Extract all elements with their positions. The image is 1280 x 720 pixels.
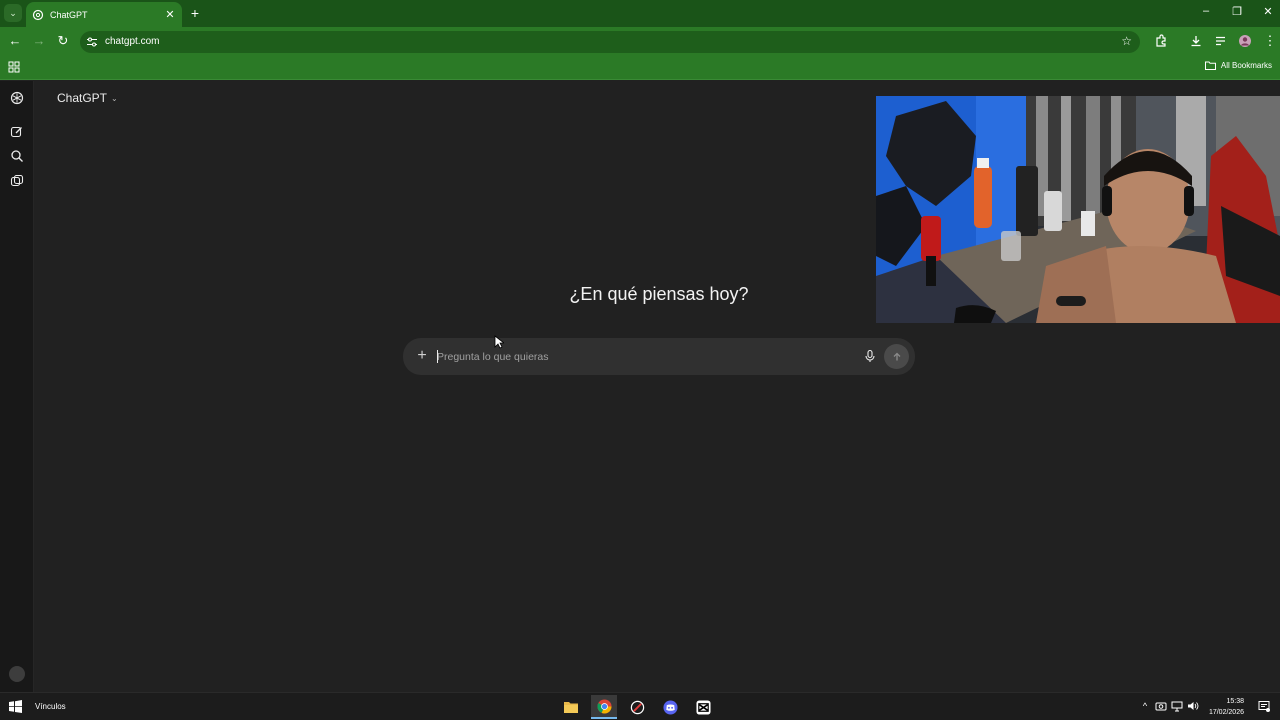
webcam-feed-image [876, 96, 1280, 323]
tab-chatgpt[interactable]: ChatGPT ✕ [26, 2, 182, 27]
tray-overflow-icon[interactable]: ^ [1139, 700, 1151, 712]
model-selector[interactable]: ChatGPT ⌄ [57, 91, 118, 105]
notifications-icon[interactable] [1258, 700, 1270, 712]
address-bar[interactable]: chatgpt.com ☆ [80, 31, 1140, 53]
apps-grid-icon[interactable] [8, 61, 20, 73]
browser-toolbar: ← → ↻ chatgpt.com ☆ ⋮ [0, 27, 1280, 56]
restore-button[interactable]: ❐ [1230, 5, 1244, 18]
library-icon[interactable] [10, 174, 24, 188]
profile-avatar-icon[interactable] [1238, 34, 1252, 48]
page-title: ¿En qué piensas hoy? [569, 284, 749, 304]
taskbar-capcut[interactable] [690, 695, 716, 719]
vinculos-toolbar-label[interactable]: Vínculos [35, 702, 66, 711]
chrome-icon [596, 698, 612, 714]
close-window-button[interactable]: ✕ [1261, 5, 1275, 18]
microphone-icon[interactable] [863, 349, 877, 363]
folder-icon [1204, 61, 1216, 70]
openai-logo-icon [32, 9, 44, 20]
extensions-icon[interactable] [1154, 34, 1168, 48]
prompt-composer: + [403, 338, 915, 375]
send-button[interactable] [884, 344, 909, 369]
taskbar-app-red[interactable] [624, 695, 650, 719]
text-caret [437, 350, 438, 363]
all-bookmarks-label: All Bookmarks [1220, 61, 1272, 70]
network-icon[interactable] [1171, 700, 1183, 712]
capcut-icon [695, 699, 711, 715]
clock-date: 17/02/2026 [1208, 709, 1244, 716]
antivirus-icon [630, 700, 644, 714]
prompt-input[interactable] [437, 347, 837, 366]
mouse-cursor-icon [494, 335, 504, 349]
clock-time: 15:38 [1226, 698, 1244, 705]
taskbar-chrome[interactable] [591, 695, 617, 719]
arrow-up-icon [893, 352, 900, 360]
tab-search-button[interactable]: ⌄ [4, 4, 22, 22]
meet-now-icon[interactable] [1155, 700, 1167, 712]
browser-tabstrip: ⌄ ChatGPT ✕ + – ❐ ✕ [0, 0, 1280, 27]
minimize-button[interactable]: – [1199, 5, 1213, 17]
openai-logo-icon[interactable] [10, 91, 24, 105]
add-attachment-button[interactable]: + [415, 346, 429, 366]
media-controls-icon[interactable] [1214, 34, 1228, 48]
tab-close-icon[interactable]: ✕ [164, 8, 176, 21]
taskbar-file-explorer[interactable] [558, 695, 584, 719]
bookmark-star-icon[interactable]: ☆ [1121, 34, 1132, 48]
new-chat-icon[interactable] [10, 125, 24, 139]
bookmarks-bar: All Bookmarks [0, 56, 1280, 80]
all-bookmarks-button[interactable]: All Bookmarks [1204, 61, 1272, 70]
discord-icon [662, 699, 678, 715]
forward-icon[interactable]: → [31, 33, 47, 49]
windows-taskbar: Vínculos ^ 15:38 17/02/2026 [0, 692, 1280, 720]
windows-start-icon[interactable] [9, 700, 22, 713]
user-avatar[interactable] [9, 666, 25, 682]
folder-icon [564, 702, 578, 713]
volume-icon[interactable] [1187, 700, 1199, 712]
search-icon[interactable] [10, 149, 24, 163]
taskbar-clock[interactable]: 15:38 17/02/2026 [1209, 696, 1244, 718]
back-icon[interactable]: ← [7, 33, 23, 49]
new-tab-button[interactable]: + [188, 5, 202, 21]
model-label: ChatGPT [57, 91, 108, 105]
chevron-down-icon: ⌄ [111, 93, 118, 103]
tab-title: ChatGPT [50, 9, 88, 20]
taskbar-discord[interactable] [657, 695, 683, 719]
reload-icon[interactable]: ↻ [55, 33, 71, 49]
more-menu-icon[interactable]: ⋮ [1262, 33, 1278, 49]
site-settings-icon[interactable] [86, 36, 98, 48]
chevron-down-icon: ⌄ [9, 7, 17, 18]
url-text: chatgpt.com [105, 36, 160, 47]
webcam-overlay [876, 96, 1280, 323]
sidebar-rail [0, 81, 34, 692]
download-icon[interactable] [1189, 34, 1203, 48]
